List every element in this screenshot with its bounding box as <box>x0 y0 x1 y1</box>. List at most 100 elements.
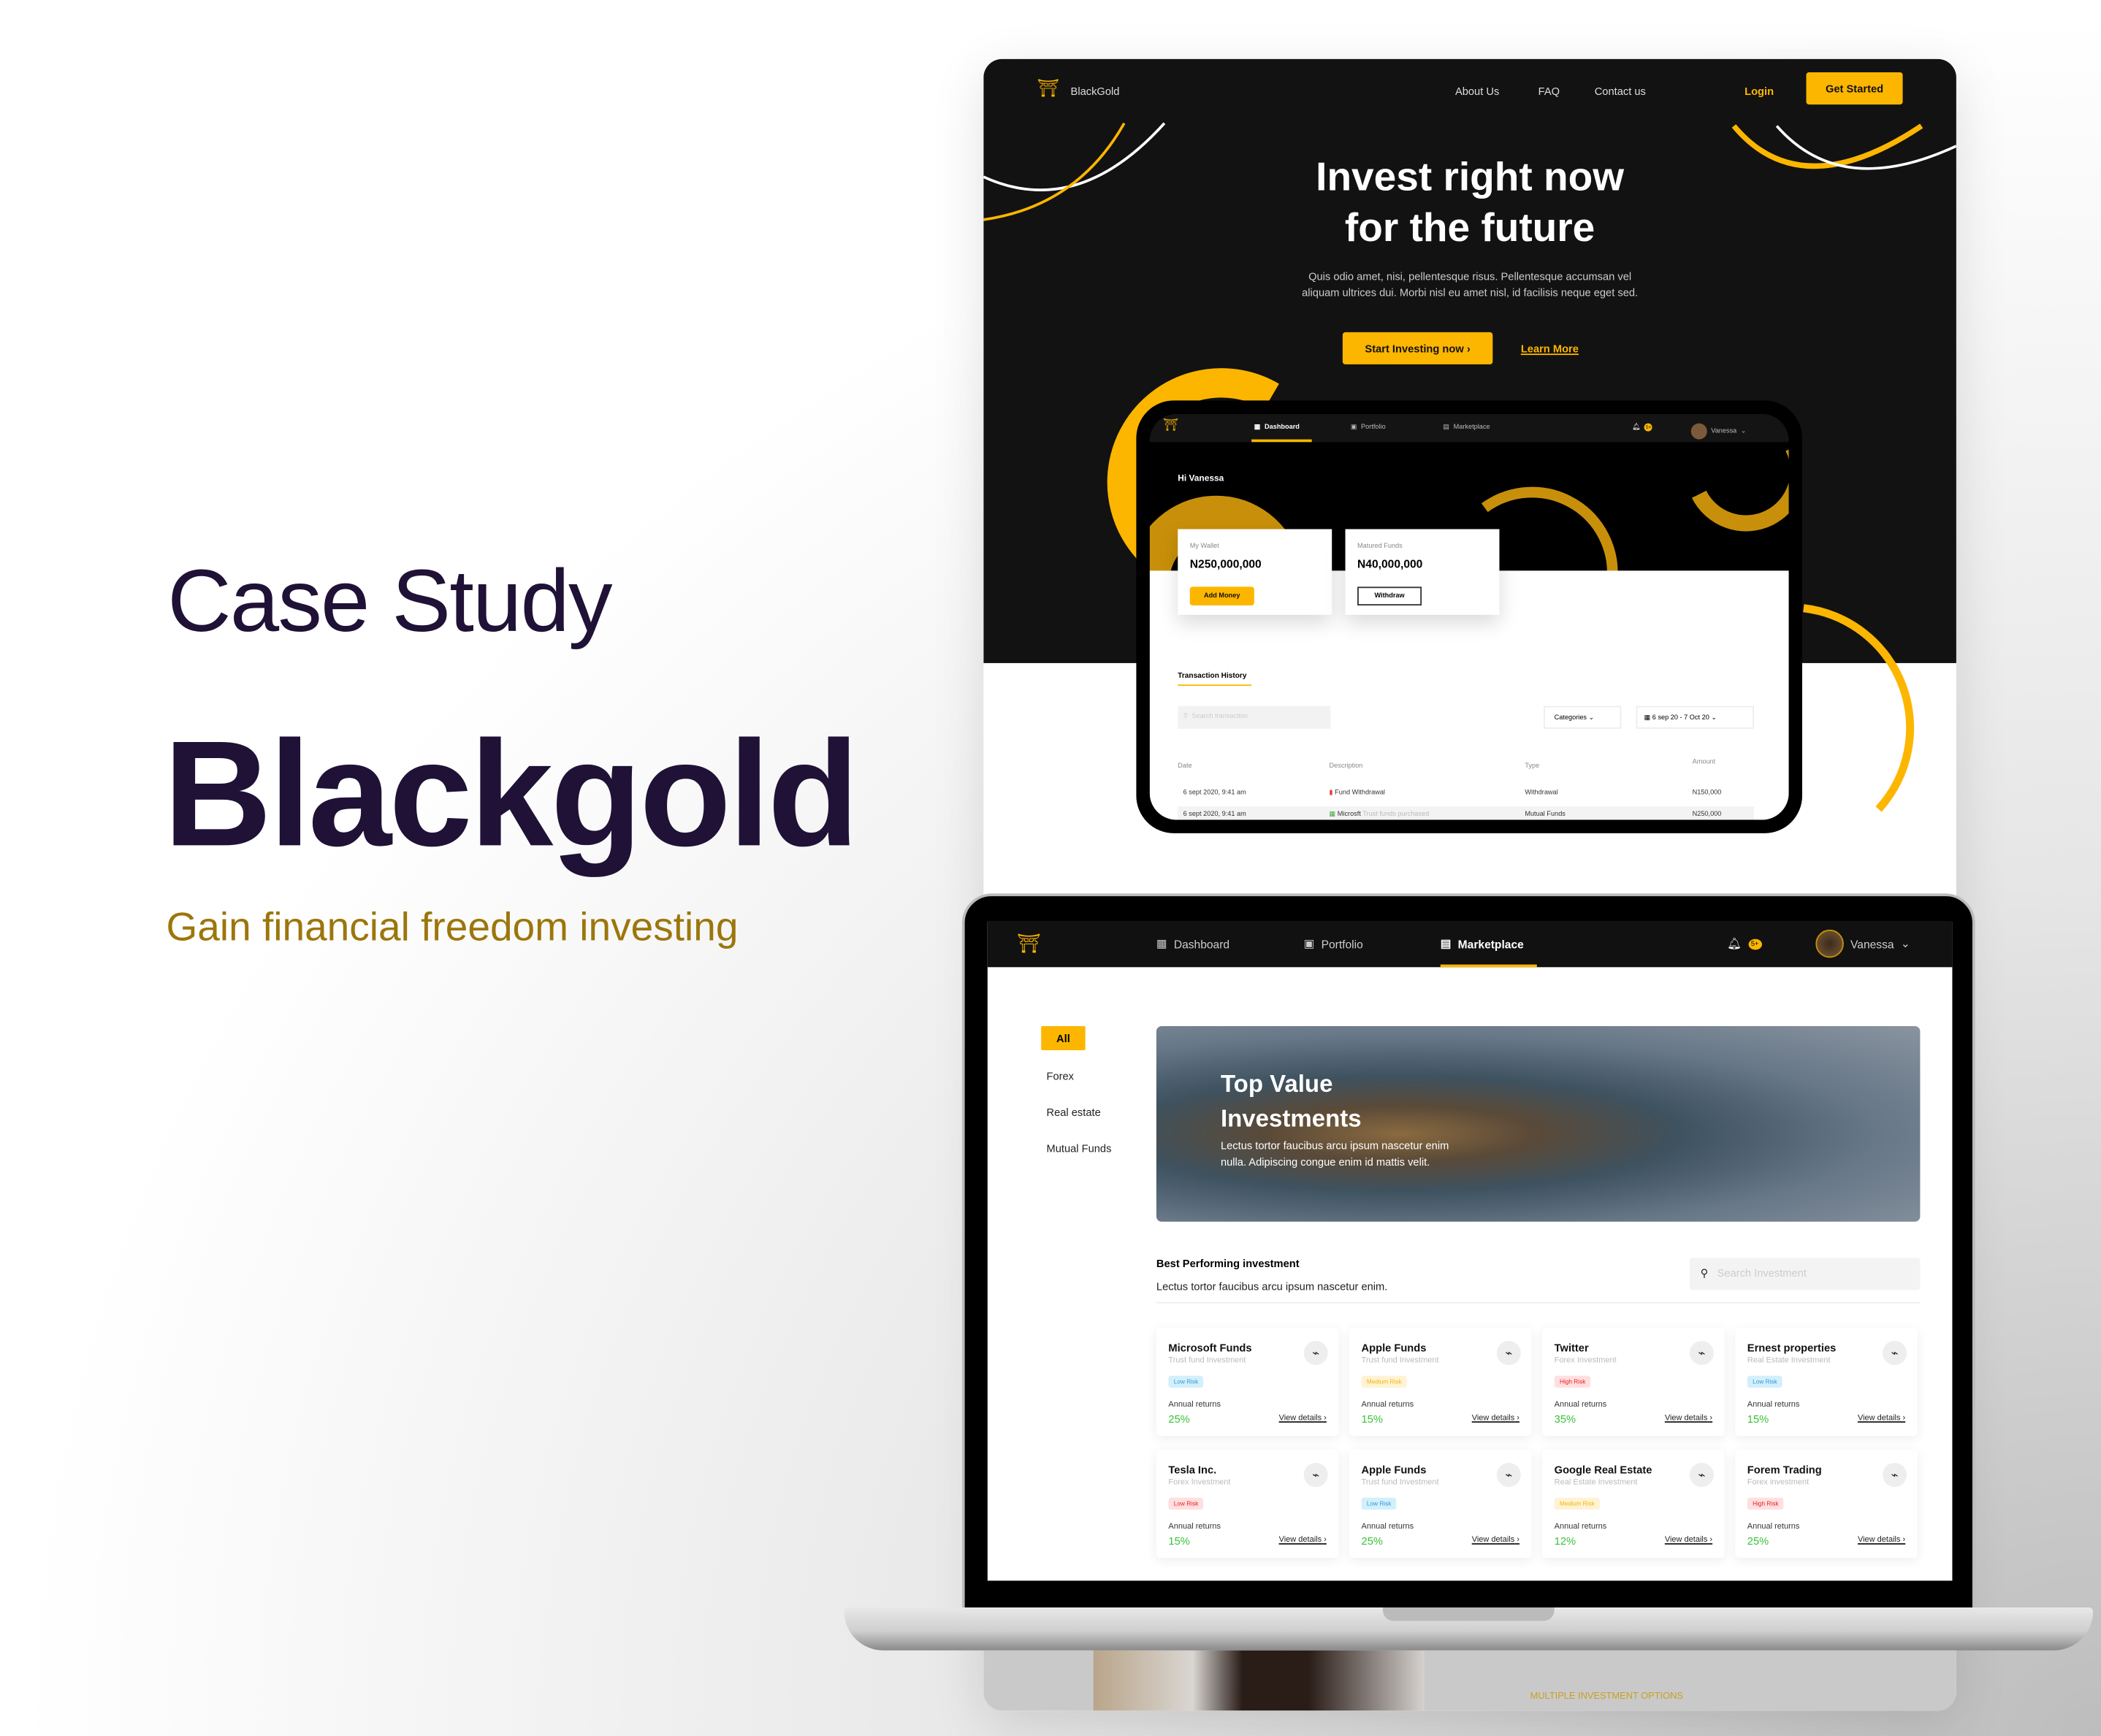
logo-icon[interactable]: ⛩ <box>1017 933 1041 955</box>
risk-badge: High Risk <box>1747 1497 1784 1510</box>
card-title: Microsoft Funds <box>1168 1342 1252 1355</box>
chart-icon[interactable]: ⌁ <box>1689 1462 1714 1487</box>
filter-forex[interactable]: Forex <box>1047 1071 1075 1083</box>
view-details-link[interactable]: View details › <box>1279 1537 1327 1545</box>
chart-icon[interactable]: ⌁ <box>1689 1341 1714 1366</box>
hero-paragraph: Quis odio amet, nisi, pellentesque risus… <box>1302 270 1639 299</box>
tab-marketplace[interactable]: ▤ Marketplace <box>1443 424 1490 432</box>
tab-dashboard[interactable]: ▦ Dashboard <box>1254 424 1300 432</box>
eyebrow-title: Case Study <box>167 550 612 650</box>
nav-faq[interactable]: FAQ <box>1538 85 1560 98</box>
risk-badge: Low Risk <box>1361 1497 1397 1510</box>
nav-contact[interactable]: Contact us <box>1595 85 1646 98</box>
risk-badge: Low Risk <box>1168 1375 1204 1388</box>
annual-returns-label: Annual returns <box>1747 1523 1800 1532</box>
annual-returns-label: Annual returns <box>1361 1401 1414 1410</box>
investment-card[interactable]: Twitter Forex Investment ⌁ High Risk Ann… <box>1542 1327 1725 1437</box>
top-value-banner[interactable]: Top Value Investments Lectus tortor fauci… <box>1156 1025 1921 1222</box>
start-investing-button[interactable]: Start Investing now › <box>1342 332 1493 364</box>
card-title: Apple Funds <box>1361 1464 1427 1477</box>
annual-returns-value: 12% <box>1554 1534 1576 1548</box>
tab-portfolio[interactable]: ▣ Portfolio <box>1351 424 1386 432</box>
get-started-button[interactable]: Get Started <box>1806 72 1903 105</box>
filter-all[interactable]: All <box>1041 1025 1086 1051</box>
view-details-link[interactable]: View details › <box>1858 1537 1905 1545</box>
view-details-link[interactable]: View details › <box>1472 1415 1519 1423</box>
search-icon: ⚲ <box>1700 1267 1709 1280</box>
filter-real-estate[interactable]: Real estate <box>1047 1106 1101 1119</box>
column-amount: Amount <box>1692 758 1716 767</box>
view-details-link[interactable]: View details › <box>1665 1537 1712 1545</box>
annual-returns-value: 15% <box>1747 1413 1769 1426</box>
investment-card[interactable]: Microsoft Funds Trust fund Investment ⌁ … <box>1156 1327 1339 1437</box>
risk-badge: High Risk <box>1554 1375 1591 1388</box>
investment-card[interactable]: Forem Trading Forex investment ⌁ High Ri… <box>1735 1449 1918 1559</box>
banner-text: Lectus tortor faucibus arcu ipsum nascet… <box>1220 1139 1449 1169</box>
card-type: Forex investment <box>1747 1478 1810 1487</box>
card-title: Twitter <box>1554 1342 1589 1355</box>
headline-line-2: for the future <box>1344 206 1595 251</box>
brand-name: BlackGold <box>1070 85 1120 98</box>
headline-line-1: Invest right now <box>1316 155 1625 200</box>
chart-icon[interactable]: ⌁ <box>1496 1462 1521 1487</box>
chart-icon[interactable]: ⌁ <box>1883 1341 1907 1366</box>
investment-card[interactable]: Apple Funds Trust fund Investment ⌁ Medi… <box>1349 1327 1532 1437</box>
user-menu[interactable]: Vanessa ⌄ <box>1815 929 1910 958</box>
annual-returns-label: Annual returns <box>1747 1401 1800 1410</box>
categories-dropdown[interactable]: Categories ⌄ <box>1543 706 1622 729</box>
chart-icon[interactable]: ⌁ <box>1303 1462 1328 1487</box>
card-type: Trust fund Investment <box>1168 1357 1246 1366</box>
chart-icon[interactable]: ⌁ <box>1496 1341 1521 1366</box>
investment-card[interactable]: Ernest properties Real Estate Investment… <box>1735 1327 1918 1437</box>
bell-icon[interactable]: 🔔︎ 5+ <box>1727 936 1762 951</box>
view-details-link[interactable]: View details › <box>1472 1537 1519 1545</box>
section-label: MULTIPLE INVESTMENT OPTIONS <box>1530 1691 1683 1702</box>
card-type: Real Estate Investment <box>1747 1357 1831 1366</box>
add-money-button[interactable]: Add Money <box>1189 586 1254 606</box>
view-details-link[interactable]: View details › <box>1858 1415 1905 1423</box>
chart-icon[interactable]: ⌁ <box>1883 1462 1907 1487</box>
risk-badge: Medium Risk <box>1554 1497 1601 1510</box>
view-details-link[interactable]: View details › <box>1279 1415 1327 1423</box>
investment-card[interactable]: Google Real Estate Real Estate Investmen… <box>1542 1449 1725 1559</box>
annual-returns-label: Annual returns <box>1554 1523 1607 1532</box>
annual-returns-label: Annual returns <box>1168 1523 1221 1532</box>
risk-badge: Low Risk <box>1747 1375 1782 1388</box>
view-details-link[interactable]: View details › <box>1665 1415 1712 1423</box>
annual-returns-value: 15% <box>1361 1413 1383 1426</box>
card-type: Real Estate Investment <box>1554 1478 1638 1487</box>
withdraw-button[interactable]: Withdraw <box>1357 586 1422 606</box>
bottom-section: MULTIPLE INVESTMENT OPTIONS <box>983 1650 1956 1711</box>
card-type: Trust fund Investment <box>1361 1357 1439 1366</box>
annual-returns-label: Annual returns <box>1554 1401 1607 1410</box>
bell-icon[interactable]: 🔔︎ 5+ <box>1632 423 1653 432</box>
logo-icon[interactable]: ⛩ <box>1037 77 1059 99</box>
column-type: Type <box>1525 762 1540 771</box>
risk-badge: Medium Risk <box>1361 1375 1407 1388</box>
tab-marketplace[interactable]: ▤ Marketplace <box>1441 936 1524 951</box>
card-title: Google Real Estate <box>1554 1464 1652 1477</box>
investment-card[interactable]: Apple Funds Trust fund Investment ⌁ Low … <box>1349 1449 1532 1559</box>
chart-icon[interactable]: ⌁ <box>1303 1341 1328 1366</box>
greeting: Hi Vanessa <box>1178 474 1224 484</box>
card-title: Ernest properties <box>1747 1342 1837 1355</box>
login-link[interactable]: Login <box>1745 85 1774 98</box>
filter-mutual-funds[interactable]: Mutual Funds <box>1047 1143 1112 1155</box>
top-nav: ⛩ ▦ Dashboard ▣ Portfolio ▤ Marketplace … <box>987 921 1953 968</box>
transaction-search-input[interactable]: ⚲ Search transaction <box>1178 706 1331 729</box>
decorative-arc-right <box>1803 604 1915 812</box>
card-type: Forex Investment <box>1554 1357 1617 1366</box>
transaction-history-tab[interactable]: Transaction History <box>1178 673 1252 687</box>
logo-icon[interactable]: ⛩ <box>1163 418 1178 432</box>
nav-about[interactable]: About Us <box>1455 85 1499 98</box>
matured-funds-card: Matured Funds N40,000,000 Withdraw <box>1345 529 1500 615</box>
investment-search-input[interactable]: ⚲ Search Investment <box>1689 1258 1921 1290</box>
date-range-picker[interactable]: ▦ 6 sep 20 - 7 Oct 20 ⌄ <box>1636 706 1754 729</box>
column-description: Description <box>1329 762 1363 771</box>
user-menu[interactable]: Vanessa ⌄ <box>1690 423 1747 440</box>
table-row[interactable]: 6 sept 2020, 9:41 am ▦ Microsft Trust fun… <box>1178 806 1754 820</box>
tab-dashboard[interactable]: ▦ Dashboard <box>1156 936 1229 951</box>
learn-more-link[interactable]: Learn More <box>1521 343 1579 356</box>
tab-portfolio[interactable]: ▣ Portfolio <box>1304 936 1363 951</box>
investment-card[interactable]: Tesla Inc. Forex Investment ⌁ Low Risk A… <box>1156 1449 1339 1559</box>
